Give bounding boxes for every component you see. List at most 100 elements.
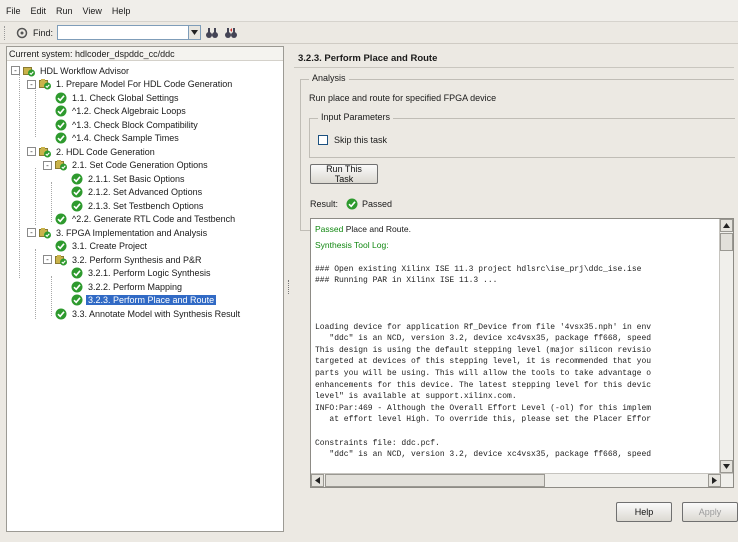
tree-node-label: ^1.3. Check Block Compatibility xyxy=(72,119,198,130)
chevron-down-icon xyxy=(191,30,199,35)
folder-passed-icon xyxy=(55,254,70,266)
run-icon[interactable] xyxy=(14,25,30,41)
scroll-right-button[interactable] xyxy=(708,474,721,487)
tree-node[interactable]: 2.1.3. Set Testbench Options xyxy=(7,199,283,213)
find-prev-icon[interactable] xyxy=(223,25,239,41)
find-dropdown-button[interactable] xyxy=(189,25,202,40)
tree-node[interactable]: 3.3. Annotate Model with Synthesis Resul… xyxy=(7,307,283,321)
tree-node[interactable]: - HDL Workflow Advisor xyxy=(7,64,283,78)
run-task-button[interactable]: Run This Task xyxy=(310,164,378,184)
tree-node[interactable]: - 2.1. Set Code Generation Options xyxy=(7,159,283,173)
horizontal-scroll-thumb[interactable] xyxy=(325,474,545,487)
tree-node-label: ^2.2. Generate RTL Code and Testbench xyxy=(72,214,236,225)
log-line: at effort level High. To override this, … xyxy=(315,415,652,425)
collapse-toggle-icon[interactable]: - xyxy=(27,79,36,89)
collapse-toggle-icon[interactable]: - xyxy=(27,228,36,238)
toolbar-grip xyxy=(4,25,7,40)
tree-node-label: 3.1. Create Project xyxy=(72,241,148,252)
scroll-down-button[interactable] xyxy=(720,460,733,473)
tree-node-label: 2.1. Set Code Generation Options xyxy=(72,160,208,171)
toolbar: Find: xyxy=(0,22,738,44)
task-pane: 3.2.3. Perform Place and Route Analysis … xyxy=(294,46,738,532)
menu-file[interactable]: File xyxy=(6,6,21,16)
skip-task-label: Skip this task xyxy=(334,135,388,145)
skip-task-row[interactable]: Skip this task xyxy=(318,135,387,145)
log-line: "ddc" is an NCD, version 3.2, device xc4… xyxy=(315,450,652,460)
find-input[interactable] xyxy=(57,25,190,40)
log-vertical-scrollbar[interactable] xyxy=(719,219,733,473)
menu-run[interactable]: Run xyxy=(56,6,73,16)
help-button[interactable]: Help xyxy=(616,502,672,522)
collapse-toggle-icon[interactable]: - xyxy=(43,160,52,170)
splitter-grip xyxy=(288,280,290,294)
tree-node-label: 3. FPGA Implementation and Analysis xyxy=(56,227,208,238)
menu-bar: File Edit Run View Help xyxy=(0,0,738,22)
tree-node[interactable]: 3.2.2. Perform Mapping xyxy=(7,280,283,294)
divider xyxy=(294,67,734,68)
tree-node[interactable]: ^1.4. Check Sample Times xyxy=(7,132,283,146)
passed-check-icon xyxy=(55,240,70,252)
arrow-up-icon xyxy=(723,223,730,228)
arrow-right-icon xyxy=(712,477,717,484)
apply-button[interactable]: Apply xyxy=(682,502,738,522)
log-line: INFO:Par:469 - Although the Overall Effo… xyxy=(315,403,652,413)
analysis-legend: Analysis xyxy=(309,73,349,83)
tree-node[interactable]: - 1. Prepare Model For HDL Code Generatio… xyxy=(7,78,283,92)
arrow-down-icon xyxy=(723,464,730,469)
tree-node[interactable]: - 3. FPGA Implementation and Analysis xyxy=(7,226,283,240)
log-content: Passed Place and Route. Synthesis Tool L… xyxy=(315,223,715,471)
workflow-tree: - HDL Workflow Advisor -1. Prepare Model F… xyxy=(7,61,283,321)
input-parameters-group: Input Parameters Skip this task xyxy=(309,112,735,158)
skip-task-checkbox[interactable] xyxy=(318,135,328,145)
menu-edit[interactable]: Edit xyxy=(31,6,47,16)
tree-node-label: ^1.4. Check Sample Times xyxy=(72,133,179,144)
log-line: ### Running PAR in Xilinx ISE 11.3 ... xyxy=(315,276,498,286)
result-log[interactable]: Passed Place and Route. Synthesis Tool L… xyxy=(310,218,734,488)
passed-check-icon xyxy=(346,198,358,210)
collapse-toggle-icon[interactable]: - xyxy=(11,66,20,76)
result-label: Result: xyxy=(310,199,339,209)
menu-view[interactable]: View xyxy=(83,6,102,16)
log-line: Loading device for application Rf_Device… xyxy=(315,322,652,332)
log-passed-rest: Place and Route. xyxy=(343,224,411,234)
tree-node[interactable]: 3.2.3. Perform Place and Route xyxy=(7,294,283,308)
passed-check-icon xyxy=(55,92,70,104)
collapse-toggle-icon[interactable]: - xyxy=(27,147,36,157)
input-parameters-legend: Input Parameters xyxy=(318,112,394,122)
tree-node[interactable]: 3.2.1. Perform Logic Synthesis xyxy=(7,267,283,281)
vertical-scroll-thumb[interactable] xyxy=(720,233,733,251)
scroll-left-button[interactable] xyxy=(311,474,324,487)
tree-node-label: 3.2.1. Perform Logic Synthesis xyxy=(88,268,211,279)
passed-check-icon xyxy=(55,213,70,225)
tree-node[interactable]: 2.1.2. Set Advanced Options xyxy=(7,186,283,200)
workflow-advisor-icon xyxy=(23,65,38,77)
passed-check-icon xyxy=(71,186,86,198)
tree-node-label: 1.1. Check Global Settings xyxy=(72,92,179,103)
passed-check-icon xyxy=(71,294,86,306)
find-next-icon[interactable] xyxy=(204,25,220,41)
tree-node[interactable]: ^1.2. Check Algebraic Loops xyxy=(7,105,283,119)
log-status-line: Passed Place and Route. xyxy=(315,223,715,236)
scroll-up-button[interactable] xyxy=(720,219,733,232)
log-horizontal-scrollbar[interactable] xyxy=(311,473,733,487)
tree-node[interactable]: 2.1.1. Set Basic Options xyxy=(7,172,283,186)
tree-node-label: 3.2. Perform Synthesis and P&R xyxy=(72,254,202,265)
passed-check-icon xyxy=(55,308,70,320)
result-value: Passed xyxy=(362,199,393,209)
tree-node[interactable]: - 2. HDL Code Generation xyxy=(7,145,283,159)
tree-node[interactable]: ^2.2. Generate RTL Code and Testbench xyxy=(7,213,283,227)
menu-help[interactable]: Help xyxy=(112,6,131,16)
folder-passed-icon xyxy=(39,78,54,90)
tree-node[interactable]: 3.1. Create Project xyxy=(7,240,283,254)
tree-node[interactable]: - 3.2. Perform Synthesis and P&R xyxy=(7,253,283,267)
collapse-toggle-icon[interactable]: - xyxy=(43,255,52,265)
tree-node[interactable]: ^1.3. Check Block Compatibility xyxy=(7,118,283,132)
folder-passed-icon xyxy=(39,146,54,158)
tree-node-label: 3.2.3. Perform Place and Route xyxy=(86,295,217,306)
result-row: Result: Passed xyxy=(310,198,392,210)
passed-check-icon xyxy=(55,132,70,144)
tree-node[interactable]: 1.1. Check Global Settings xyxy=(7,91,283,105)
tree-node-label: 3.3. Annotate Model with Synthesis Resul… xyxy=(72,308,241,319)
folder-passed-icon xyxy=(55,159,70,171)
